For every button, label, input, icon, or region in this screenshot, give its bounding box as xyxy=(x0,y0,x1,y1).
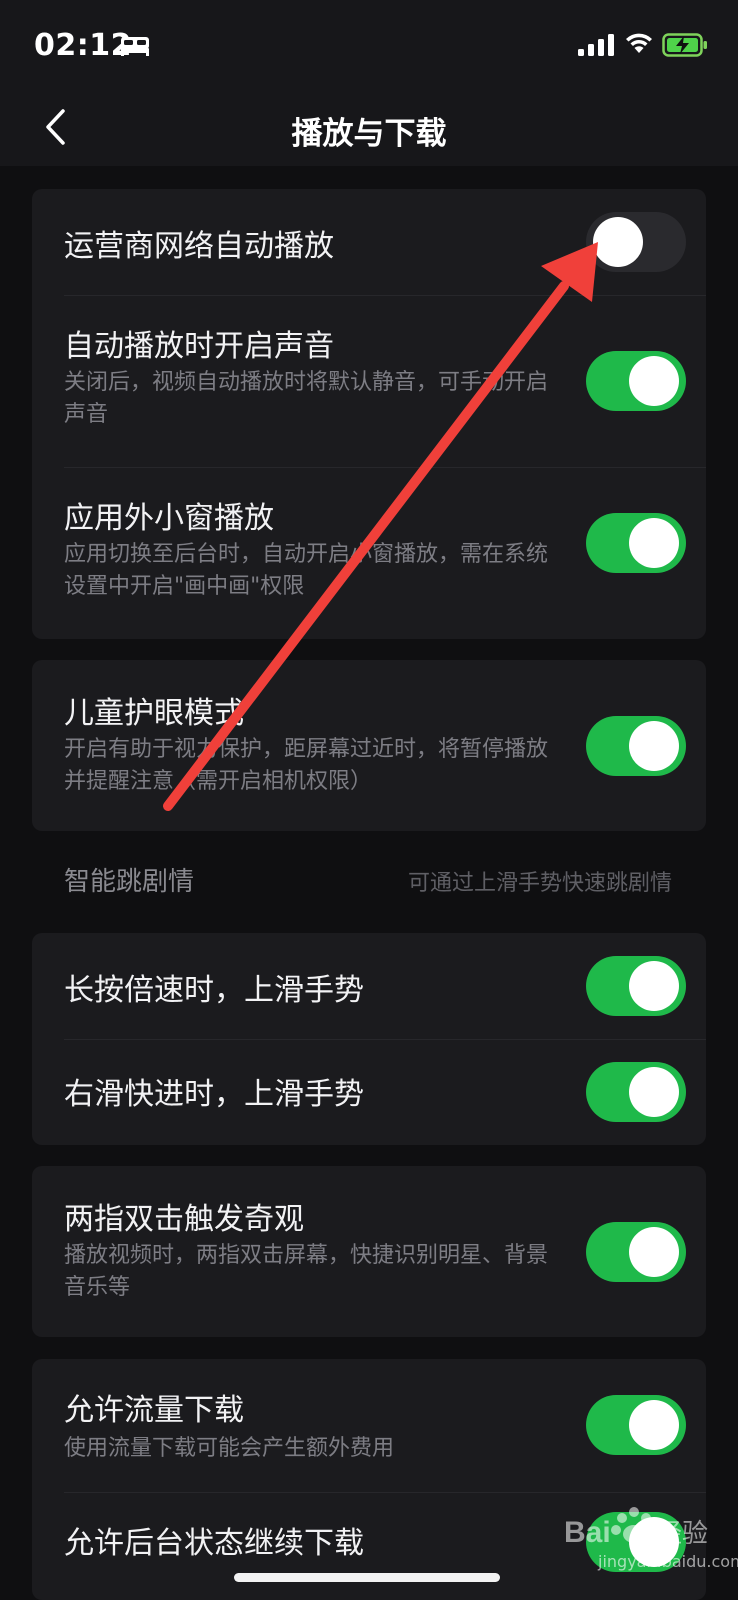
setting-title: 运营商网络自动播放 xyxy=(64,229,334,264)
setting-row-carrier-autoplay: 运营商网络自动播放 xyxy=(32,189,706,295)
bed-icon xyxy=(121,37,149,56)
toggle-knob xyxy=(629,1400,679,1450)
setting-title: 自动播放时开启声音 xyxy=(64,329,334,364)
wifi-icon xyxy=(626,33,652,53)
baidu-watermark: Bai 经验 jingyan.baidu.com xyxy=(560,1498,738,1580)
battery-charging-icon xyxy=(662,33,707,57)
cellular-download-toggle[interactable] xyxy=(586,1395,686,1455)
child-eye-care-toggle[interactable] xyxy=(586,716,686,776)
status-bar: 02:12 xyxy=(0,0,738,90)
section-title: 智能跳剧情 xyxy=(64,867,195,897)
setting-title: 允许后台状态继续下载 xyxy=(64,1526,364,1561)
toggle-knob xyxy=(629,721,679,771)
speed-swipe-toggle[interactable] xyxy=(586,956,686,1016)
watermark-text: jingyan.baidu.com xyxy=(598,1552,738,1571)
signal-icon xyxy=(578,34,614,56)
setting-title: 儿童护眼模式 xyxy=(64,696,244,731)
gesture-settings-card: 长按倍速时，上滑手势 右滑快进时，上滑手势 xyxy=(32,933,706,1145)
toggle-knob xyxy=(629,518,679,568)
wonder-settings-card: 两指双击触发奇观 播放视频时，两指双击屏幕，快捷识别明星、背景音乐等 xyxy=(32,1166,706,1337)
baidu-logo-icon: Bai 经验 xyxy=(564,1507,708,1549)
toggle-knob xyxy=(593,217,643,267)
status-time: 02:12 xyxy=(34,28,132,63)
home-indicator[interactable] xyxy=(234,1573,500,1582)
toggle-knob xyxy=(629,1067,679,1117)
svg-text:经验: 经验 xyxy=(656,1519,708,1549)
setting-description: 应用切换至后台时，自动开启小窗播放，需在系统设置中开启"画中画"权限 xyxy=(64,542,549,599)
setting-row-autoplay-sound: 自动播放时开启声音 关闭后，视频自动播放时将默认静音，可手动开启声音 xyxy=(32,295,706,467)
setting-title: 长按倍速时，上滑手势 xyxy=(64,973,364,1008)
setting-row-pip-playback: 应用外小窗播放 应用切换至后台时，自动开启小窗播放，需在系统设置中开启"画中画"… xyxy=(32,467,706,639)
setting-row-two-finger-tap: 两指双击触发奇观 播放视频时，两指双击屏幕，快捷识别明星、背景音乐等 xyxy=(32,1166,706,1337)
setting-title: 应用外小窗播放 xyxy=(64,501,274,536)
two-finger-tap-toggle[interactable] xyxy=(586,1222,686,1282)
setting-row-cellular-download: 允许流量下载 使用流量下载可能会产生额外费用 xyxy=(32,1359,706,1492)
setting-row-forward-swipe: 右滑快进时，上滑手势 xyxy=(32,1039,706,1145)
toggle-knob xyxy=(629,961,679,1011)
setting-title: 右滑快进时，上滑手势 xyxy=(64,1077,364,1112)
autoplay-sound-toggle[interactable] xyxy=(586,351,686,411)
autoplay-settings-card: 运营商网络自动播放 自动播放时开启声音 关闭后，视频自动播放时将默认静音，可手动… xyxy=(32,189,706,639)
eye-protection-card: 儿童护眼模式 开启有助于视力保护，距屏幕过近时，将暂停播放并提醒注意（需开启相机… xyxy=(32,660,706,831)
setting-title: 允许流量下载 xyxy=(64,1393,244,1428)
page-title: 播放与下载 xyxy=(291,116,447,152)
nav-bar: 播放与下载 xyxy=(0,90,738,166)
toggle-knob xyxy=(629,356,679,406)
setting-description: 关闭后，视频自动播放时将默认静音，可手动开启声音 xyxy=(64,370,549,427)
toggle-knob xyxy=(629,1227,679,1277)
setting-description: 使用流量下载可能会产生额外费用 xyxy=(64,1436,395,1461)
section-hint: 可通过上滑手势快速跳剧情 xyxy=(407,871,672,896)
pip-playback-toggle[interactable] xyxy=(586,513,686,573)
setting-description: 播放视频时，两指双击屏幕，快捷识别明星、背景音乐等 xyxy=(64,1243,549,1300)
forward-swipe-toggle[interactable] xyxy=(586,1062,686,1122)
setting-description: 开启有助于视力保护，距屏幕过近时，将暂停播放并提醒注意（需开启相机权限） xyxy=(64,737,549,794)
settings-screen: 02:12 播放与下载 运营商网络自动播放 自动播放时开启声音 关闭后，视频自动… xyxy=(0,0,738,1600)
setting-row-speed-swipe: 长按倍速时，上滑手势 xyxy=(32,933,706,1039)
setting-row-child-eye-care: 儿童护眼模式 开启有助于视力保护，距屏幕过近时，将暂停播放并提醒注意（需开启相机… xyxy=(32,660,706,831)
svg-text:Bai: Bai xyxy=(564,1516,611,1549)
carrier-autoplay-toggle[interactable] xyxy=(586,212,686,272)
setting-title: 两指双击触发奇观 xyxy=(64,1202,304,1237)
section-header-smart-skip: 智能跳剧情 可通过上滑手势快速跳剧情 xyxy=(0,855,738,911)
